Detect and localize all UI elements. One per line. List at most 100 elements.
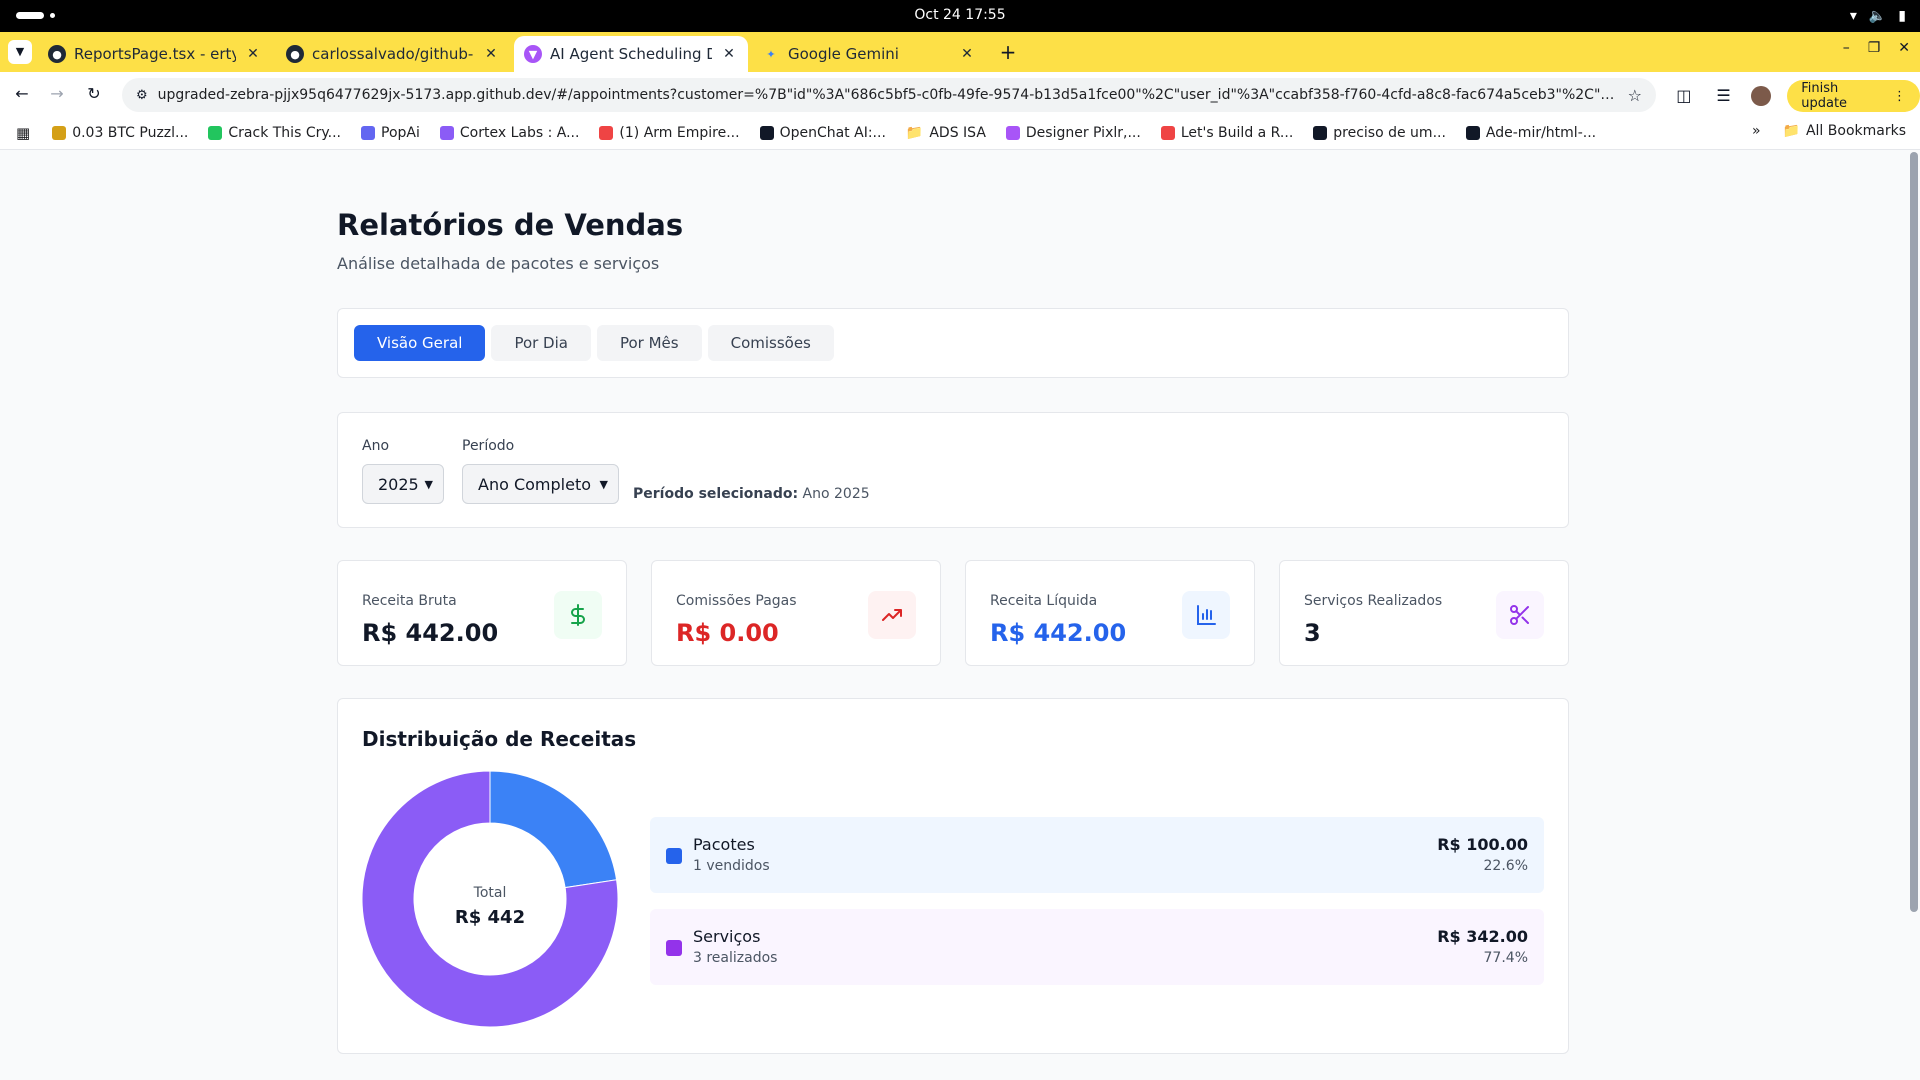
bookmark-item[interactable]: 0.03 BTC Puzzl... <box>52 125 188 141</box>
bookmark-label: Designer Pixlr,... <box>1025 124 1141 141</box>
minimize-icon[interactable]: – <box>1843 40 1850 56</box>
legend-name: Serviços <box>693 927 761 946</box>
back-icon[interactable]: ← <box>10 82 34 106</box>
stat-card: Receita Bruta R$ 442.00 <box>337 560 627 666</box>
bookmark-item[interactable]: Designer Pixlr,... <box>1005 124 1141 141</box>
browser-tab[interactable]: ● carlossalvado/github-pro ✕ <box>276 36 510 72</box>
filters-card: Ano 2025 ▼ Período Ano Completo ▼ Períod… <box>337 412 1569 528</box>
bar-chart-icon <box>1182 591 1230 639</box>
stat-value: R$ 442.00 <box>362 619 499 647</box>
bookmark-label: (1) Arm Empire... <box>619 124 740 141</box>
donut-slice-0[interactable] <box>489 771 618 889</box>
apps-grid-icon[interactable]: ▦ <box>16 124 30 142</box>
view-tab[interactable]: Por Mês <box>596 325 702 361</box>
stat-label: Serviços Realizados <box>1304 593 1443 609</box>
tab-close-icon[interactable]: ✕ <box>958 46 976 62</box>
bookmark-label: PopAi <box>381 124 420 141</box>
gemini-icon: ✦ <box>766 47 776 61</box>
more-menu-icon: ⋮ <box>1893 88 1907 104</box>
page-scrollbar[interactable] <box>1910 152 1918 912</box>
bookmark-favicon-icon <box>208 125 223 140</box>
site-info-icon[interactable]: ⚙ <box>136 88 148 103</box>
reload-icon[interactable]: ↻ <box>82 82 106 106</box>
period-select[interactable]: Ano Completo ▼ <box>462 464 619 504</box>
stat-value: R$ 442.00 <box>990 619 1127 647</box>
distribution-card: Distribuição de Receitas Total R$ 442 Pa… <box>337 698 1569 1054</box>
browser-tab[interactable]: ▼ AI Agent Scheduling Dash ✕ <box>514 36 748 72</box>
media-controls-icon[interactable]: ☰ <box>1712 84 1736 108</box>
trending-up-icon <box>868 591 916 639</box>
github-icon: ● <box>48 45 66 63</box>
all-bookmarks-folder[interactable]: 📁 All Bookmarks <box>1783 123 1906 139</box>
legend-percent: 77.4% <box>1483 950 1528 966</box>
tab-close-icon[interactable]: ✕ <box>244 46 262 62</box>
bookmark-favicon-icon <box>599 125 614 140</box>
extensions-icon[interactable]: ◫ <box>1672 84 1696 108</box>
legend-count: 3 realizados <box>693 950 778 966</box>
url-text[interactable]: upgraded-zebra-pjjx95q6477629jx-5173.app… <box>158 87 1618 103</box>
battery-icon: ▮ <box>1898 8 1906 24</box>
browser-tab[interactable]: ● ReportsPage.tsx - ertyu ✕ <box>38 36 272 72</box>
bookmark-item[interactable]: Crack This Cry... <box>208 125 341 141</box>
os-top-bar: Oct 24 17:55 ▾ 🔈 ▮ <box>0 0 1920 32</box>
bookmark-item[interactable]: OpenChat AI:... <box>759 124 886 141</box>
forward-icon[interactable]: → <box>45 82 69 106</box>
more-bookmarks-icon[interactable]: » <box>1752 123 1761 139</box>
bookmark-favicon-icon <box>52 125 67 140</box>
new-tab-button[interactable]: + <box>996 40 1020 64</box>
finish-update-button[interactable]: Finish update ⋮ <box>1787 80 1920 112</box>
period-label: Período <box>462 438 515 454</box>
bookmark-item[interactable]: PopAi <box>361 125 420 141</box>
stat-label: Comissões Pagas <box>676 593 797 609</box>
bookmark-item[interactable]: Ade-mir/html-... <box>1465 125 1596 141</box>
view-tab[interactable]: Por Dia <box>491 325 591 361</box>
bookmark-favicon-icon <box>1005 125 1020 140</box>
github-icon: ● <box>286 45 304 63</box>
bookmark-item[interactable]: Cortex Labs : A... <box>439 124 580 141</box>
bookmark-favicon-icon <box>1313 125 1328 140</box>
bookmark-label: Let's Build a R... <box>1180 124 1294 141</box>
bookmark-item[interactable]: 📁 ADS ISA <box>906 125 986 141</box>
dollar-icon <box>554 591 602 639</box>
year-select[interactable]: 2025 ▼ <box>362 464 444 504</box>
system-tray[interactable]: ▾ 🔈 ▮ <box>1850 8 1906 24</box>
os-clock[interactable]: Oct 24 17:55 <box>0 7 1920 23</box>
tab-title: ReportsPage.tsx - ertyu <box>74 45 236 63</box>
volume-icon: 🔈 <box>1868 8 1887 24</box>
restore-icon[interactable]: ❐ <box>1868 40 1881 56</box>
browser-tab-strip: ▼ ● ReportsPage.tsx - ertyu ✕ ● carlossalvad… <box>0 32 1920 72</box>
selected-period-value: Ano 2025 <box>802 486 870 502</box>
year-select-value: 2025 <box>378 474 419 494</box>
bookmark-item[interactable]: preciso de um... <box>1313 125 1446 141</box>
bookmark-favicon-icon <box>759 125 774 140</box>
legend-value: R$ 342.00 <box>1437 927 1528 946</box>
bookmark-favicon-icon <box>361 125 375 140</box>
bookmark-item[interactable]: (1) Arm Empire... <box>599 124 740 141</box>
legend-percent: 22.6% <box>1483 858 1528 874</box>
tab-close-icon[interactable]: ✕ <box>720 46 738 62</box>
bookmark-label: ADS ISA <box>929 124 986 141</box>
bookmark-star-icon[interactable]: ☆ <box>1628 86 1642 105</box>
address-bar[interactable]: ⚙ upgraded-zebra-pjjx95q6477629jx-5173.a… <box>122 78 1656 112</box>
wifi-icon: ▾ <box>1849 8 1857 24</box>
profile-avatar[interactable] <box>1751 86 1772 106</box>
chevron-down-icon: ▼ <box>424 477 433 491</box>
tab-search-button[interactable]: ▼ <box>8 40 32 64</box>
view-tab[interactable]: Visão Geral <box>354 325 486 361</box>
bookmark-label: Cortex Labs : A... <box>459 124 580 141</box>
tab-close-icon[interactable]: ✕ <box>482 46 500 62</box>
stat-label: Receita Bruta <box>362 593 457 609</box>
stat-label: Receita Líquida <box>990 593 1098 609</box>
view-tab[interactable]: Comissões <box>707 325 834 361</box>
close-window-icon[interactable]: ✕ <box>1898 40 1910 56</box>
tab-title: Google Gemini <box>788 45 899 63</box>
bookmark-label: OpenChat AI:... <box>779 124 886 141</box>
page-subtitle: Análise detalhada de pacotes e serviços <box>337 254 660 273</box>
stat-value: 3 <box>1304 619 1321 647</box>
page-title: Relatórios de Vendas <box>337 208 684 242</box>
bookmark-favicon-icon <box>1160 125 1175 140</box>
browser-tab[interactable]: ✦ Google Gemini ✕ <box>752 36 986 72</box>
bookmark-favicon-icon <box>1465 125 1480 140</box>
bookmarks-bar: ▦ 0.03 BTC Puzzl... Crack This Cry... PopA… <box>0 116 1920 150</box>
bookmark-item[interactable]: Let's Build a R... <box>1160 124 1294 141</box>
